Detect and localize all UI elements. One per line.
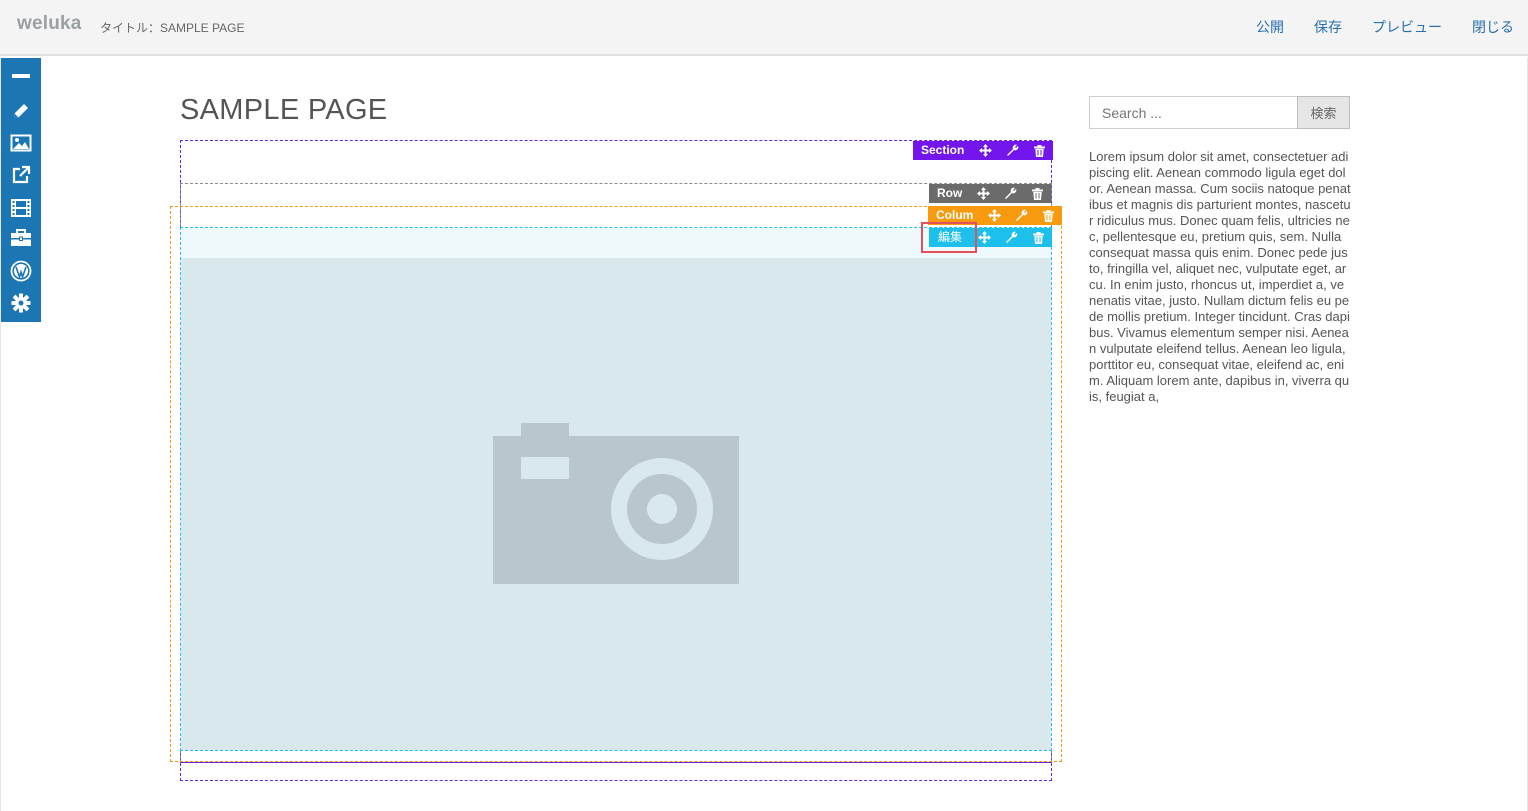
- image-icon[interactable]: [1, 128, 41, 158]
- top-nav: 公開 保存 プレビュー 閉じる: [1256, 17, 1514, 37]
- trash-icon[interactable]: [1025, 228, 1052, 247]
- move-icon[interactable]: [981, 206, 1008, 225]
- app-logo: weluka: [17, 13, 82, 34]
- trash-icon[interactable]: [1024, 184, 1051, 203]
- edit-button-highlight: [921, 222, 977, 253]
- sidebar-text: Lorem ipsum dolor sit amet, consectetuer…: [1089, 149, 1351, 404]
- search-input[interactable]: [1089, 96, 1298, 129]
- wrench-icon[interactable]: [998, 228, 1025, 247]
- row-toolbar: Row: [929, 184, 1052, 203]
- wrench-icon[interactable]: [999, 141, 1026, 160]
- wrench-icon[interactable]: [1008, 206, 1035, 225]
- search-button[interactable]: 検索: [1297, 96, 1350, 129]
- briefcase-icon[interactable]: [1, 223, 41, 253]
- publish-button[interactable]: 公開: [1256, 17, 1284, 37]
- section-toolbar: Section: [913, 141, 1054, 160]
- move-icon[interactable]: [970, 184, 997, 203]
- document-title: タイトル：SAMPLE PAGE: [100, 21, 245, 35]
- external-link-icon[interactable]: [1, 160, 41, 190]
- save-button[interactable]: 保存: [1314, 17, 1342, 37]
- move-icon[interactable]: [972, 141, 999, 160]
- wrench-icon[interactable]: [997, 184, 1024, 203]
- top-bar: weluka タイトル：SAMPLE PAGE 公開 保存 プレビュー 閉じる: [0, 0, 1528, 56]
- trash-icon[interactable]: [1026, 141, 1053, 160]
- camera-placeholder-icon: [493, 423, 739, 584]
- wordpress-icon[interactable]: [1, 256, 41, 286]
- minus-icon[interactable]: [1, 61, 41, 91]
- film-icon[interactable]: [1, 193, 41, 223]
- close-button[interactable]: 閉じる: [1472, 17, 1514, 37]
- preview-button[interactable]: プレビュー: [1372, 17, 1442, 37]
- trash-icon[interactable]: [1035, 206, 1062, 225]
- gear-icon[interactable]: [1, 288, 41, 318]
- page-title: SAMPLE PAGE: [180, 94, 388, 126]
- side-toolbar: [1, 58, 41, 322]
- row-label: Row: [937, 186, 963, 200]
- pencil-icon[interactable]: [1, 96, 41, 126]
- section-label: Section: [921, 143, 965, 157]
